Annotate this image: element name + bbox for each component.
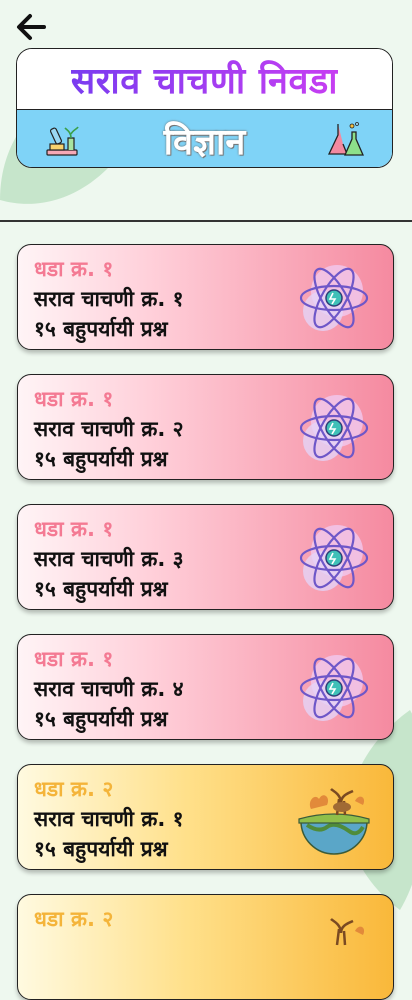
earth-ecosystem-icon (298, 788, 370, 855)
question-count: १५ बहुपर्यायी प्रश्न (34, 577, 168, 601)
lesson-label: धडा क्र. २ (34, 777, 114, 801)
question-count: १५ बहुपर्यायी प्रश्न (34, 447, 168, 471)
test-name: सराव चाचणी क्र. १ (34, 807, 184, 831)
test-card[interactable]: धडा क्र. २ (17, 894, 394, 1000)
lesson-label: धडा क्र. १ (34, 387, 114, 411)
test-card[interactable]: धडा क्र. १ सराव चाचणी क्र. ३ १५ बहुपर्या… (17, 504, 394, 610)
title-row: सराव चाचणी निवडा (17, 49, 392, 110)
test-card[interactable]: धडा क्र. १ सराव चाचणी क्र. ४ १५ बहुपर्या… (17, 634, 394, 740)
lesson-label: धडा क्र. १ (34, 517, 114, 541)
test-card[interactable]: धडा क्र. १ सराव चाचणी क्र. १ १५ बहुपर्या… (17, 244, 394, 350)
lesson-label: धडा क्र. १ (34, 257, 114, 281)
question-count: १५ बहुपर्यायी प्रश्न (34, 707, 168, 731)
question-count: १५ बहुपर्यायी प्रश्न (34, 317, 168, 341)
lesson-label: धडा क्र. १ (34, 647, 114, 671)
lesson-label: धडा क्र. २ (34, 907, 114, 931)
test-name: सराव चाचणी क्र. ३ (34, 547, 184, 571)
question-count: १५ बहुपर्यायी प्रश्न (34, 837, 168, 861)
test-name: सराव चाचणी क्र. १ (34, 287, 184, 311)
test-name: सराव चाचणी क्र. २ (34, 417, 184, 441)
header-divider (0, 220, 412, 222)
header: सराव चाचणी निवडा विज्ञान (0, 0, 412, 222)
title-card: सराव चाचणी निवडा विज्ञान (16, 48, 393, 168)
atom-icon (299, 655, 369, 721)
page-title: सराव चाचणी निवडा (71, 55, 338, 104)
atom-icon (299, 395, 369, 461)
atom-icon (299, 265, 369, 331)
chemistry-flask-icon (327, 122, 364, 156)
test-name: सराव चाचणी क्र. ४ (34, 677, 184, 701)
back-button[interactable] (12, 8, 50, 46)
test-card[interactable]: धडा क्र. २ सराव चाचणी क्र. १ १५ बहुपर्या… (17, 764, 394, 870)
earth-ecosystem-icon (330, 918, 365, 946)
atom-icon (299, 525, 369, 591)
subject-title: विज्ञान (163, 121, 246, 163)
microscope-lab-icon (46, 126, 79, 156)
arrow-left-icon (17, 14, 46, 40)
subject-bar: विज्ञान (17, 110, 392, 167)
test-card[interactable]: धडा क्र. १ सराव चाचणी क्र. २ १५ बहुपर्या… (17, 374, 394, 480)
